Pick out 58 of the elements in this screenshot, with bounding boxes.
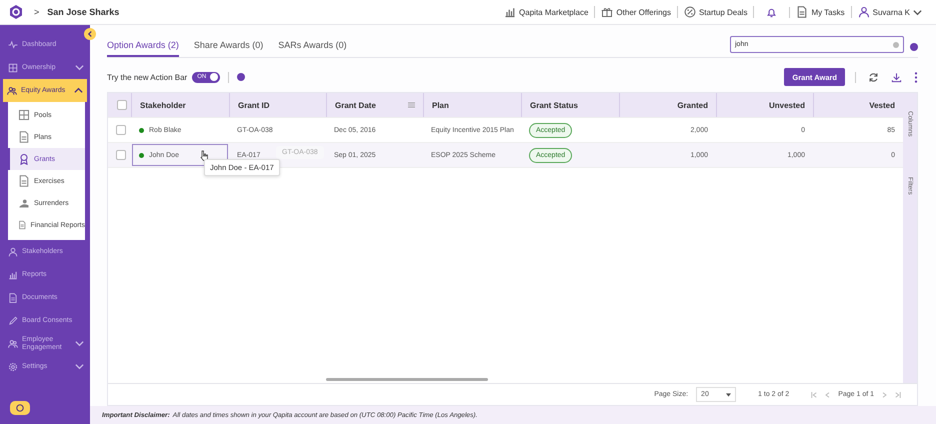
chevron-icon[interactable] <box>913 8 922 16</box>
doc-icon <box>18 175 30 187</box>
logo-icon[interactable] <box>8 4 24 20</box>
grid-icon <box>8 62 18 72</box>
column-header[interactable]: Granted <box>677 100 708 110</box>
chart-icon <box>8 270 18 280</box>
hand-cursor-icon <box>200 150 209 161</box>
people-icon <box>8 338 18 348</box>
header-link[interactable]: Other Offerings <box>616 8 671 16</box>
percent-icon <box>684 6 696 18</box>
header-link[interactable]: Qapita Marketplace <box>519 8 588 16</box>
tab[interactable]: Share Awards (0) <box>194 40 264 57</box>
help-button[interactable] <box>10 401 30 415</box>
more-icon[interactable] <box>914 72 918 82</box>
chevron-icon[interactable] <box>74 86 83 95</box>
gear-icon <box>8 362 18 372</box>
tab[interactable]: SARs Awards (0) <box>278 40 347 57</box>
refresh-icon[interactable] <box>868 72 879 82</box>
menu-icon[interactable] <box>408 102 415 108</box>
chart-icon <box>504 6 516 18</box>
header-link[interactable]: Startup Deals <box>698 8 748 16</box>
doc-icon <box>18 219 27 231</box>
column-header[interactable]: Grant ID <box>238 100 270 110</box>
people-icon <box>7 86 17 96</box>
chevron-icon <box>87 31 93 37</box>
person-icon <box>8 246 18 256</box>
bell-icon[interactable] <box>766 6 778 18</box>
grid-icon <box>18 109 30 121</box>
checkbox[interactable] <box>116 125 126 135</box>
dropdown-caret-icon <box>726 392 732 396</box>
person-icon <box>858 6 870 18</box>
collapse-button[interactable] <box>84 28 96 40</box>
checkbox[interactable] <box>116 150 126 160</box>
gift-icon <box>601 6 614 18</box>
chevron-icon[interactable] <box>75 339 84 348</box>
doc-icon <box>796 6 808 18</box>
pen-icon <box>8 316 18 326</box>
column-header[interactable]: Plan <box>432 100 449 110</box>
doc-icon <box>18 131 30 143</box>
breadcrumb-separator: > <box>34 7 40 17</box>
award-icon <box>18 153 30 165</box>
user-menu[interactable]: Suvarna K <box>872 8 910 16</box>
tab[interactable]: Option Awards (2) <box>107 40 179 57</box>
my-tasks-link[interactable]: My Tasks <box>811 8 845 16</box>
checkbox[interactable] <box>117 100 127 110</box>
column-header[interactable]: Grant Date <box>335 100 376 110</box>
company-name[interactable]: San Jose Sharks <box>47 7 120 17</box>
download-icon[interactable] <box>891 72 902 82</box>
column-header[interactable]: Vested <box>869 100 895 110</box>
action-bar-label: Try the new Action Bar <box>107 72 188 82</box>
column-header[interactable]: Unvested <box>768 100 805 110</box>
pulse-icon <box>8 40 18 50</box>
column-header[interactable]: Grant Status <box>530 100 578 110</box>
scrollbar[interactable] <box>326 378 488 381</box>
chevron-icon[interactable] <box>75 63 84 72</box>
chevron-icon[interactable] <box>75 362 84 371</box>
doc-icon <box>8 292 18 302</box>
column-header[interactable]: Stakeholder <box>140 100 186 110</box>
